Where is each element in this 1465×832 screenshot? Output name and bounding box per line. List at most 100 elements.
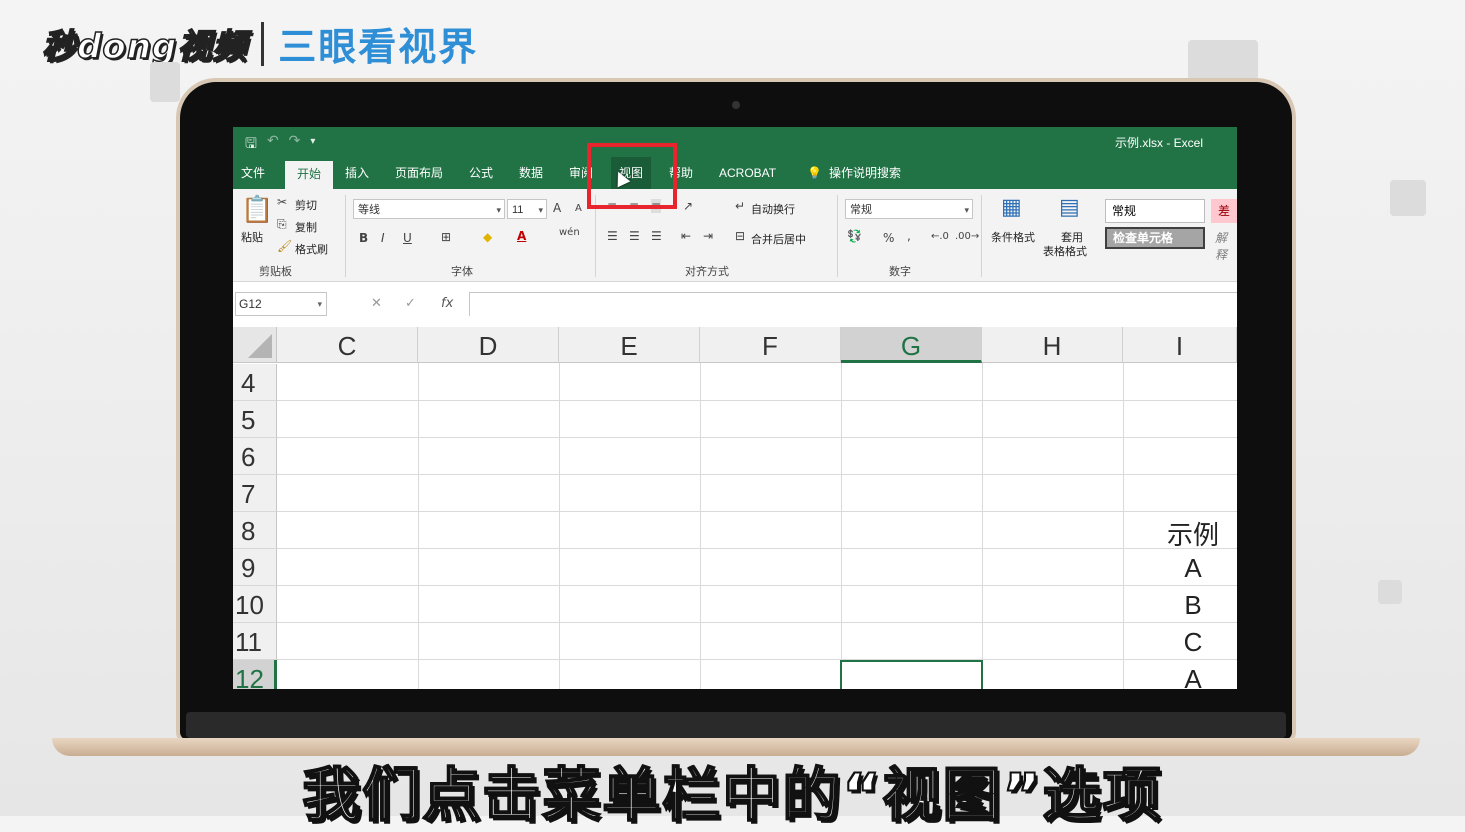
merge-center-icon[interactable]: ⊟ xyxy=(735,229,745,243)
customize-qat-icon[interactable]: ▾ xyxy=(310,133,315,157)
select-all-button[interactable] xyxy=(233,327,277,363)
column-header[interactable]: H xyxy=(982,327,1123,363)
row-header[interactable]: 7 xyxy=(233,475,277,512)
format-painter-button[interactable]: 格式刷 xyxy=(295,241,328,257)
background-decoration xyxy=(1378,580,1402,604)
gridline xyxy=(277,400,1237,401)
font-name-select[interactable]: 等线 xyxy=(353,199,505,220)
tab-page-layout[interactable]: 页面布局 xyxy=(387,157,451,189)
row-header[interactable]: 10 xyxy=(233,586,277,623)
tell-me-search[interactable]: 操作说明搜索 xyxy=(821,157,909,189)
tab-acrobat[interactable]: ACROBAT xyxy=(711,157,784,189)
fill-color-icon[interactable]: ◆ xyxy=(483,230,492,244)
active-cell-G12[interactable] xyxy=(840,660,983,689)
conditional-format-icon[interactable]: ▦ xyxy=(1001,195,1022,220)
row-header[interactable]: 8 xyxy=(233,512,277,549)
background-decoration xyxy=(1188,40,1258,80)
name-box[interactable]: G12 xyxy=(235,292,327,316)
row-header[interactable]: 4 xyxy=(233,364,277,401)
gridline xyxy=(277,511,1237,512)
paste-icon[interactable]: 📋 xyxy=(241,195,273,225)
cell-I8[interactable]: 示例 xyxy=(1123,515,1237,552)
number-format-select[interactable]: 常规 xyxy=(845,199,973,220)
align-right-icon[interactable]: ☰ xyxy=(651,229,662,243)
column-header[interactable]: I xyxy=(1123,327,1237,363)
ribbon-tab-bar: 文件 开始 插入 页面布局 公式 数据 审阅 视图 帮助 ACROBAT 💡 操… xyxy=(233,157,1237,189)
formula-bar: G12 ✕ ✓ fx xyxy=(233,290,1237,318)
font-size-select[interactable]: 11 xyxy=(507,199,547,220)
insert-function-icon[interactable]: fx xyxy=(441,296,453,311)
row-header[interactable]: 6 xyxy=(233,438,277,475)
align-left-icon[interactable]: ☰ xyxy=(607,229,618,243)
decrease-indent-icon[interactable]: ⇤ xyxy=(681,229,691,243)
alignment-group-label: 对齐方式 xyxy=(685,266,729,278)
quick-access-toolbar: 🖫 ↶ ↷ ▾ xyxy=(245,133,315,157)
style-explanatory[interactable]: 解释 xyxy=(1215,229,1237,263)
percent-button[interactable]: % xyxy=(883,231,894,245)
worksheet-grid[interactable]: C D E F G H I 4 5 6 7 8 9 10 11 12 示例 A … xyxy=(233,327,1237,689)
gridline xyxy=(277,437,1237,438)
gridline xyxy=(418,363,419,689)
font-group-label: 字体 xyxy=(451,266,473,278)
increase-decimal-icon[interactable]: ←.0 xyxy=(931,231,949,242)
shrink-font-icon[interactable]: A xyxy=(575,203,582,214)
bold-button[interactable]: B xyxy=(359,231,368,245)
style-check-cell[interactable]: 检查单元格 xyxy=(1105,227,1205,249)
row-header[interactable]: 9 xyxy=(233,549,277,586)
highlight-view-tab xyxy=(587,143,677,209)
ribbon-home: 📋 粘贴 ✂ 剪切 ⎘ 复制 🖌 格式刷 剪贴板 等线 11 A A B I U… xyxy=(233,189,1237,282)
style-bad[interactable]: 差 xyxy=(1211,199,1237,223)
copy-icon[interactable]: ⎘ xyxy=(277,217,287,232)
style-normal[interactable]: 常规 xyxy=(1105,199,1205,223)
cell-I10[interactable]: B xyxy=(1123,590,1237,621)
wrap-text-button[interactable]: 自动换行 xyxy=(751,201,795,217)
copy-button[interactable]: 复制 xyxy=(295,219,317,235)
excel-window: 🖫 ↶ ↷ ▾ 示例.xlsx - Excel 文件 开始 插入 页面布局 公式… xyxy=(233,127,1237,689)
tab-home[interactable]: 开始 xyxy=(285,161,334,189)
row-header-selected[interactable]: 12 xyxy=(233,660,277,689)
font-color-icon[interactable]: A xyxy=(517,229,526,243)
undo-icon[interactable]: ↶ xyxy=(267,133,279,157)
enter-icon[interactable]: ✓ xyxy=(405,296,416,311)
gridline xyxy=(277,548,1237,549)
decrease-decimal-icon[interactable]: .00→ xyxy=(955,231,979,242)
row-header[interactable]: 5 xyxy=(233,401,277,438)
redo-icon[interactable]: ↷ xyxy=(289,133,301,157)
column-header-selected[interactable]: G xyxy=(841,327,982,363)
underline-button[interactable]: U xyxy=(403,231,412,245)
comma-button[interactable]: , xyxy=(907,229,911,243)
accounting-format-icon[interactable]: 💱 xyxy=(847,229,862,243)
orientation-icon[interactable]: ↗ xyxy=(683,199,693,213)
format-painter-icon[interactable]: 🖌 xyxy=(277,239,292,253)
column-header[interactable]: F xyxy=(700,327,841,363)
paste-button[interactable]: 粘贴 xyxy=(241,229,263,245)
column-header[interactable]: C xyxy=(277,327,418,363)
conditional-format-button[interactable]: 条件格式 xyxy=(991,229,1035,245)
tab-insert[interactable]: 插入 xyxy=(337,157,377,189)
cut-icon[interactable]: ✂ xyxy=(277,195,287,209)
column-header[interactable]: D xyxy=(418,327,559,363)
grow-font-icon[interactable]: A xyxy=(553,201,561,215)
tab-formulas[interactable]: 公式 xyxy=(461,157,501,189)
format-as-table-icon[interactable]: ▤ xyxy=(1059,195,1080,220)
row-header[interactable]: 11 xyxy=(233,623,277,660)
merge-center-button[interactable]: 合并后居中 xyxy=(751,231,806,247)
tab-data[interactable]: 数据 xyxy=(511,157,551,189)
formula-input[interactable] xyxy=(469,292,1237,316)
italic-button[interactable]: I xyxy=(381,231,385,245)
cell-I9[interactable]: A xyxy=(1123,553,1237,584)
save-icon[interactable]: 🖫 xyxy=(245,133,257,157)
format-as-table-label: 表格格式 xyxy=(1043,246,1087,258)
phonetic-icon[interactable]: wén xyxy=(559,227,580,238)
cut-button[interactable]: 剪切 xyxy=(295,197,317,213)
wrap-text-icon[interactable]: ↵ xyxy=(735,199,745,213)
cancel-icon[interactable]: ✕ xyxy=(371,296,382,311)
increase-indent-icon[interactable]: ⇥ xyxy=(703,229,713,243)
cell-I11[interactable]: C xyxy=(1123,627,1237,658)
align-center-icon[interactable]: ☰ xyxy=(629,229,640,243)
column-header[interactable]: E xyxy=(559,327,700,363)
cell-I12[interactable]: A xyxy=(1123,664,1237,689)
borders-icon[interactable]: ⊞ xyxy=(441,230,451,244)
brand-separator xyxy=(261,21,265,66)
tab-file[interactable]: 文件 xyxy=(233,157,273,189)
